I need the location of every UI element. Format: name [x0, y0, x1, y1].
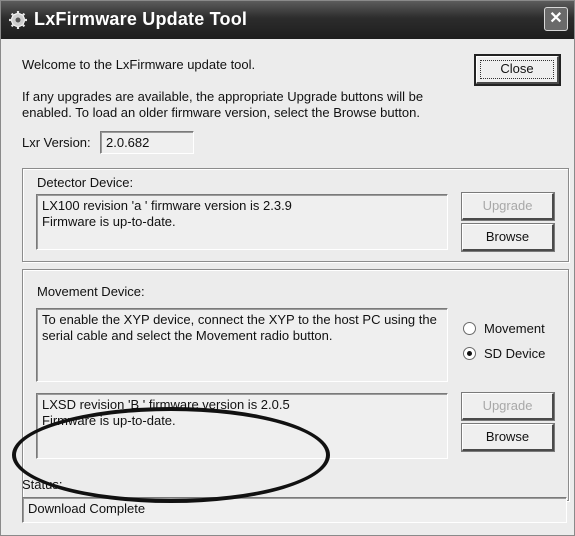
- movement-info-field: LXSD revision 'B ' firmware version is 2…: [36, 393, 448, 459]
- detector-upgrade-button[interactable]: Upgrade: [462, 193, 554, 220]
- lxr-version-field: 2.0.682: [100, 131, 194, 154]
- sd-device-radio-label[interactable]: SD Device: [484, 346, 545, 361]
- radio-selected-dot: [467, 351, 472, 356]
- movement-device-group: [22, 269, 569, 501]
- close-icon[interactable]: ✕: [544, 7, 568, 31]
- movement-browse-button[interactable]: Browse: [462, 424, 554, 451]
- dialog-body: Welcome to the LxFirmware update tool. I…: [4, 39, 571, 534]
- movement-instructions-field: To enable the XYP device, connect the XY…: [36, 308, 448, 382]
- close-button[interactable]: Close: [476, 56, 559, 84]
- detector-browse-button[interactable]: Browse: [462, 224, 554, 251]
- detector-info-field: LX100 revision 'a ' firmware version is …: [36, 194, 448, 250]
- gear-icon: [9, 11, 27, 29]
- movement-radio-label[interactable]: Movement: [484, 321, 545, 336]
- detector-upgrade-label: Upgrade: [482, 198, 533, 213]
- firmware-update-window: LxFirmware Update Tool ✕ Welcome to the …: [0, 0, 575, 536]
- detector-browse-label: Browse: [485, 229, 530, 244]
- window-title: LxFirmware Update Tool: [34, 9, 248, 29]
- status-field: Download Complete: [22, 497, 567, 523]
- movement-radio[interactable]: [463, 322, 476, 335]
- instructions-text: If any upgrades are available, the appro…: [22, 89, 424, 120]
- movement-upgrade-label: Upgrade: [482, 398, 533, 413]
- close-button-label: Close: [500, 61, 534, 76]
- title-bar[interactable]: LxFirmware Update Tool ✕: [1, 1, 574, 39]
- status-label: Status:: [22, 477, 63, 492]
- lxr-version-label: Lxr Version:: [22, 135, 91, 150]
- detector-group-label: Detector Device:: [37, 175, 134, 190]
- sd-device-radio[interactable]: [463, 347, 476, 360]
- movement-upgrade-button[interactable]: Upgrade: [462, 393, 554, 420]
- movement-browse-label: Browse: [485, 429, 530, 444]
- welcome-text: Welcome to the LxFirmware update tool.: [22, 57, 256, 72]
- movement-group-label: Movement Device:: [37, 284, 145, 299]
